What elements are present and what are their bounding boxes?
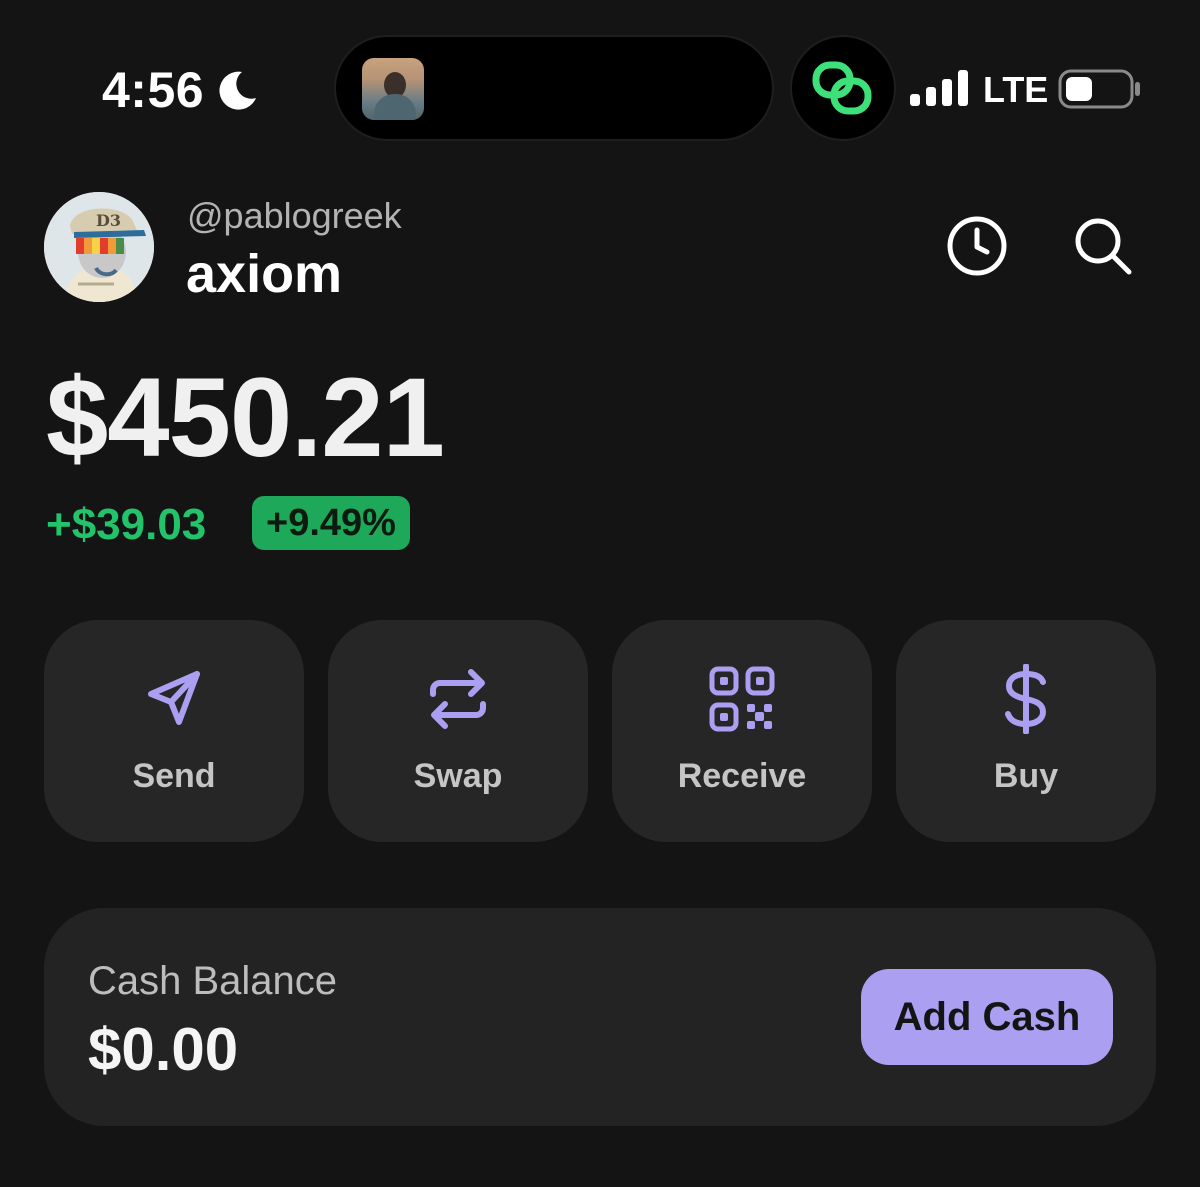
- balance-change-amount: +$39.03: [46, 500, 207, 549]
- history-button[interactable]: [942, 211, 1012, 281]
- buy-button[interactable]: Buy: [896, 620, 1156, 842]
- search-button[interactable]: [1068, 211, 1138, 281]
- avatar-image: D3: [44, 192, 154, 302]
- link-icon: [812, 61, 872, 115]
- dollar-icon: [1005, 664, 1047, 734]
- receive-label: Receive: [677, 757, 807, 795]
- cash-balance-card: Cash Balance $0.00 Add Cash: [44, 908, 1156, 1126]
- swap-label: Swap: [413, 757, 503, 795]
- send-icon: [148, 671, 200, 725]
- avatar[interactable]: D3: [44, 192, 154, 302]
- balance-change-percent-badge: +9.49%: [252, 496, 410, 550]
- history-icon: [947, 216, 1007, 276]
- receive-button[interactable]: Receive: [612, 620, 872, 842]
- search-icon: [1075, 218, 1132, 275]
- buy-label: Buy: [993, 757, 1059, 795]
- link-app-icon[interactable]: [792, 37, 894, 139]
- wallet-name[interactable]: axiom: [186, 244, 342, 304]
- moon-icon: [219, 71, 256, 110]
- qr-code-icon: [709, 666, 775, 732]
- send-label: Send: [132, 757, 216, 795]
- network-label: LTE: [983, 69, 1049, 110]
- user-handle: @pablogreek: [187, 195, 402, 236]
- svg-text:D3: D3: [96, 211, 121, 230]
- swap-icon: [430, 669, 486, 729]
- swap-button[interactable]: Swap: [328, 620, 588, 842]
- live-activity-thumbnail[interactable]: [362, 58, 424, 120]
- battery-icon: [1058, 69, 1140, 109]
- signal-icon: [910, 70, 968, 106]
- total-balance: $450.21: [46, 355, 445, 480]
- add-cash-button[interactable]: Add Cash: [861, 969, 1113, 1065]
- dynamic-island[interactable]: [336, 37, 772, 139]
- cash-balance-value: $0.00: [88, 1016, 239, 1083]
- cash-balance-label: Cash Balance: [88, 959, 338, 1003]
- action-row: Send Swap Receive Buy: [44, 620, 1156, 842]
- status-time: 4:56: [102, 62, 205, 118]
- send-button[interactable]: Send: [44, 620, 304, 842]
